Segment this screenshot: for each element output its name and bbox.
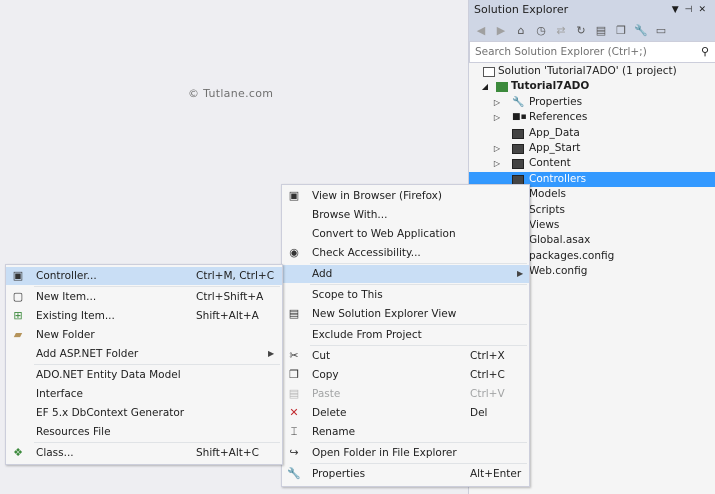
submenu-item-interface[interactable]: Interface [6, 385, 282, 403]
browser-icon: ▣ [288, 189, 300, 202]
menu-item-add[interactable]: Add ▶ [282, 265, 529, 283]
existing-item-icon: ⊞ [13, 309, 23, 322]
menu-item-cut[interactable]: ✂ Cut Ctrl+X [282, 347, 529, 365]
delete-x-icon: ✕ [289, 406, 299, 419]
submenu-item-add-aspnet-folder[interactable]: Add ASP.NET Folder ▶ [6, 345, 282, 363]
context-menu: ▣ View in Browser (Firefox) Browse With.… [281, 184, 530, 487]
collapse-all-icon[interactable]: ▤ [592, 22, 610, 40]
scissors-icon: ✂ [289, 349, 299, 362]
title-window-controls[interactable]: ▼⊣✕ [672, 0, 712, 20]
add-submenu: ▣ Controller... Ctrl+M, Ctrl+C ▢ New Ite… [5, 264, 283, 465]
solution-explorer-toolbar: ◀ ▶ ⌂ ◷ ⇄ ↻ ▤ ❐ 🔧 ▭ [469, 20, 715, 41]
tree-item-app-start[interactable]: ▷ App_Start [469, 141, 715, 156]
forward-icon[interactable]: ▶ [492, 22, 510, 40]
menu-separator [310, 442, 527, 443]
menu-separator [34, 442, 280, 443]
menu-item-open-folder-in-file-explorer[interactable]: ↪ Open Folder in File Explorer [282, 444, 529, 462]
new-folder-icon: ▰ [13, 328, 23, 341]
expand-arrow-icon[interactable]: ▷ [493, 95, 501, 110]
close-icon[interactable]: ✕ [698, 5, 712, 15]
solution-icon [483, 67, 495, 77]
menu-item-browse-with[interactable]: Browse With... [282, 206, 529, 224]
open-folder-arrow-icon: ↪ [289, 446, 299, 459]
pin-icon[interactable]: ⊣ [685, 5, 699, 15]
menu-item-scope-to-this[interactable]: Scope to This [282, 286, 529, 304]
submenu-item-controller[interactable]: ▣ Controller... Ctrl+M, Ctrl+C [6, 267, 282, 285]
paste-icon: ▤ [288, 387, 300, 400]
submenu-item-resources-file[interactable]: Resources File [6, 423, 282, 441]
tree-item-references[interactable]: ▷ ■▪ References [469, 110, 715, 125]
collapse-arrow-icon[interactable]: ◢ [481, 79, 489, 94]
menu-separator [310, 284, 527, 285]
menu-item-paste[interactable]: ▤ Paste Ctrl+V [282, 385, 529, 403]
folder-icon [512, 128, 524, 139]
menu-item-delete[interactable]: ✕ Delete Del [282, 404, 529, 422]
tree-item-properties[interactable]: ▷ 🔧 Properties [469, 95, 715, 110]
rename-icon: ⌶ [290, 425, 298, 438]
controller-icon: ▣ [12, 269, 24, 282]
show-all-files-icon[interactable]: ❐ [612, 22, 630, 40]
menu-item-convert-to-web-application[interactable]: Convert to Web Application [282, 225, 529, 243]
search-icon[interactable]: ⚲ [701, 42, 709, 62]
home-icon[interactable]: ⌂ [512, 22, 530, 40]
folder-icon [512, 143, 524, 154]
submenu-arrow-icon: ▶ [517, 269, 524, 278]
folder-icon [512, 159, 524, 170]
wrench-icon: 🔧 [512, 96, 525, 108]
menu-item-copy[interactable]: ❐ Copy Ctrl+C [282, 366, 529, 384]
class-icon: ❖ [13, 446, 23, 459]
preview-icon[interactable]: ▭ [652, 22, 670, 40]
submenu-item-class[interactable]: ❖ Class... Shift+Alt+C [6, 444, 282, 462]
submenu-item-new-item[interactable]: ▢ New Item... Ctrl+Shift+A [6, 288, 282, 306]
properties-wrench-icon[interactable]: 🔧 [632, 22, 650, 40]
solution-explorer-title: Solution Explorer [474, 3, 569, 16]
tree-item-content[interactable]: ▷ Content [469, 156, 715, 171]
expand-arrow-icon[interactable]: ▷ [493, 110, 501, 125]
submenu-item-existing-item[interactable]: ⊞ Existing Item... Shift+Alt+A [6, 307, 282, 325]
submenu-item-ef-dbcontext-generator[interactable]: EF 5.x DbContext Generator [6, 404, 282, 422]
menu-item-check-accessibility[interactable]: ◉ Check Accessibility... [282, 244, 529, 262]
solution-explorer-title-bar: Solution Explorer ▼⊣✕ [469, 0, 715, 20]
watermark: © Tutlane.com [188, 87, 274, 100]
menu-item-view-in-browser[interactable]: ▣ View in Browser (Firefox) [282, 187, 529, 205]
dropdown-icon[interactable]: ▼ [672, 5, 685, 15]
menu-item-new-solution-explorer-view[interactable]: ▤ New Solution Explorer View [282, 305, 529, 323]
tree-item-solution[interactable]: Solution 'Tutorial7ADO' (1 project) [469, 64, 715, 79]
search-placeholder: Search Solution Explorer (Ctrl+;) [475, 46, 647, 58]
menu-separator [310, 324, 527, 325]
submenu-item-new-folder[interactable]: ▰ New Folder [6, 326, 282, 344]
submenu-arrow-icon: ▶ [268, 349, 275, 358]
menu-item-rename[interactable]: ⌶ Rename [282, 423, 529, 441]
menu-separator [310, 463, 527, 464]
wrench-icon: 🔧 [287, 467, 301, 480]
expand-arrow-icon[interactable]: ▷ [493, 141, 501, 156]
menu-item-exclude-from-project[interactable]: Exclude From Project [282, 326, 529, 344]
references-icon: ■▪ [512, 112, 527, 123]
submenu-item-ado-net-entity-data-model[interactable]: ADO.NET Entity Data Model [6, 366, 282, 384]
accessibility-icon: ◉ [289, 246, 299, 259]
menu-separator [34, 286, 280, 287]
sync-icon[interactable]: ⇄ [552, 22, 570, 40]
menu-separator [34, 364, 280, 365]
menu-separator [310, 345, 527, 346]
new-item-icon: ▢ [12, 290, 24, 303]
new-view-icon: ▤ [288, 307, 300, 320]
back-icon[interactable]: ◀ [472, 22, 490, 40]
menu-separator [310, 263, 527, 264]
web-project-icon [496, 82, 508, 93]
copy-icon: ❐ [289, 368, 299, 381]
tree-item-project[interactable]: ◢ Tutorial7ADO [469, 79, 715, 94]
expand-arrow-icon[interactable]: ▷ [493, 156, 501, 171]
menu-item-properties[interactable]: 🔧 Properties Alt+Enter [282, 465, 529, 483]
search-input[interactable]: Search Solution Explorer (Ctrl+;) ⚲ [469, 41, 715, 63]
history-icon[interactable]: ◷ [532, 22, 550, 40]
refresh-icon[interactable]: ↻ [572, 22, 590, 40]
tree-item-app-data[interactable]: App_Data [469, 126, 715, 141]
